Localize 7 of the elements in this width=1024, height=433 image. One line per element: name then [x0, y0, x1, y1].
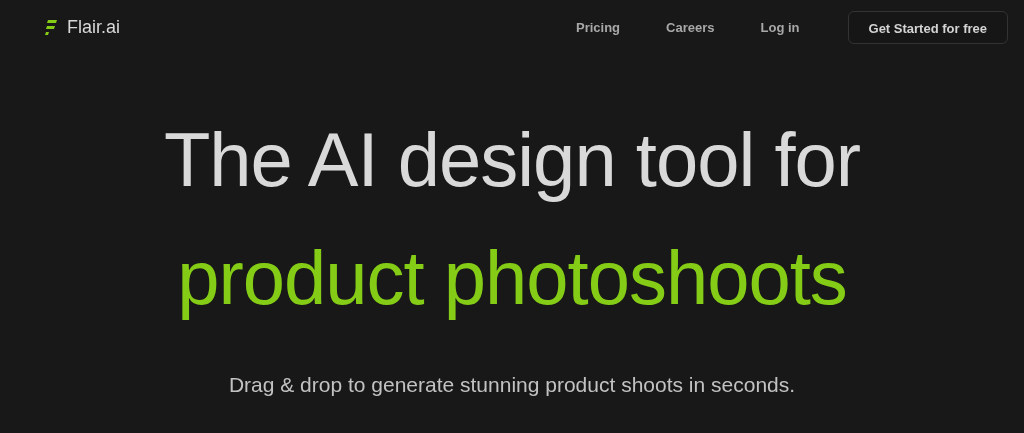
hero-subtitle: Drag & drop to generate stunning product shoots in seconds.	[228, 373, 796, 397]
get-started-button[interactable]: Get Started for free	[847, 10, 1008, 44]
nav-link[interactable]: Careers	[666, 19, 715, 35]
nav-link[interactable]: Pricing	[576, 19, 621, 35]
logo-icon	[45, 18, 58, 36]
logo-text[interactable]: Flair.ai	[67, 16, 120, 38]
nav-link[interactable]: Log in	[760, 19, 800, 35]
